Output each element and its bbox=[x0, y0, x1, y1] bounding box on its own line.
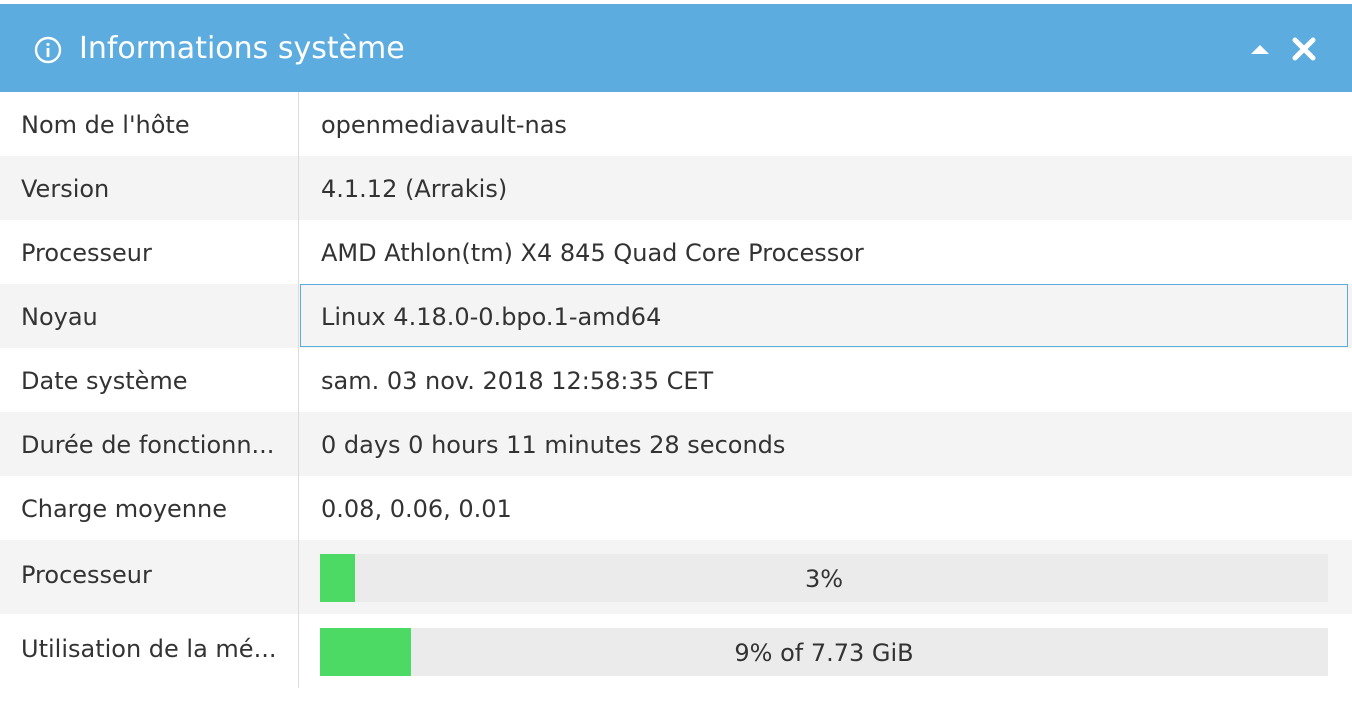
row-label: Durée de fonctionn... bbox=[21, 431, 275, 459]
row-value: Linux 4.18.0-0.bpo.1-amd64 bbox=[321, 303, 662, 331]
row-label: Processeur bbox=[21, 239, 152, 267]
panel-title: Informations système bbox=[79, 31, 405, 66]
info-circle-icon bbox=[34, 36, 62, 64]
row-value: 4.1.12 (Arrakis) bbox=[321, 175, 508, 203]
row-label: Utilisation de la mé... bbox=[21, 635, 277, 663]
memory-usage-progress-bar: 9% of 7.73 GiB bbox=[320, 628, 1328, 676]
row-value: openmediavault-nas bbox=[321, 111, 567, 139]
grid-row-system-date[interactable]: Date système sam. 03 nov. 2018 12:58:35 … bbox=[0, 348, 1352, 412]
memory-usage-text: 9% of 7.73 GiB bbox=[734, 639, 914, 667]
grid-row-uptime[interactable]: Durée de fonctionn... 0 days 0 hours 11 … bbox=[0, 412, 1352, 476]
column-separator bbox=[298, 92, 299, 688]
row-label: Noyau bbox=[21, 303, 98, 331]
info-grid: Nom de l'hôte openmediavault-nas Version… bbox=[0, 92, 1352, 688]
grid-row-cpu-usage[interactable]: Processeur 3% bbox=[0, 540, 1352, 614]
row-label: Charge moyenne bbox=[21, 495, 227, 523]
grid-row-hostname[interactable]: Nom de l'hôte openmediavault-nas bbox=[0, 92, 1352, 156]
cpu-usage-progress-bar: 3% bbox=[320, 554, 1328, 602]
panel-header: Informations système bbox=[0, 4, 1352, 92]
row-value: AMD Athlon(tm) X4 845 Quad Core Processo… bbox=[321, 239, 864, 267]
row-value: 0.08, 0.06, 0.01 bbox=[321, 495, 512, 523]
cpu-usage-text: 3% bbox=[804, 565, 844, 593]
row-label: Date système bbox=[21, 367, 188, 395]
row-value: 0 days 0 hours 11 minutes 28 seconds bbox=[321, 431, 786, 459]
row-label: Nom de l'hôte bbox=[21, 111, 190, 139]
system-information-panel: Informations système Nom de l'hôte openm… bbox=[0, 0, 1352, 724]
grid-row-load-average[interactable]: Charge moyenne 0.08, 0.06, 0.01 bbox=[0, 476, 1352, 540]
grid-row-version[interactable]: Version 4.1.12 (Arrakis) bbox=[0, 156, 1352, 220]
row-label: Processeur bbox=[21, 561, 152, 589]
grid-row-kernel[interactable]: Noyau Linux 4.18.0-0.bpo.1-amd64 bbox=[0, 284, 1352, 348]
close-icon[interactable] bbox=[1289, 34, 1319, 64]
row-label: Version bbox=[21, 175, 110, 203]
row-value: sam. 03 nov. 2018 12:58:35 CET bbox=[321, 367, 714, 395]
caret-up-icon[interactable] bbox=[1245, 34, 1275, 64]
grid-row-memory-usage[interactable]: Utilisation de la mé... 9% of 7.73 GiB bbox=[0, 614, 1352, 688]
grid-row-processor[interactable]: Processeur AMD Athlon(tm) X4 845 Quad Co… bbox=[0, 220, 1352, 284]
